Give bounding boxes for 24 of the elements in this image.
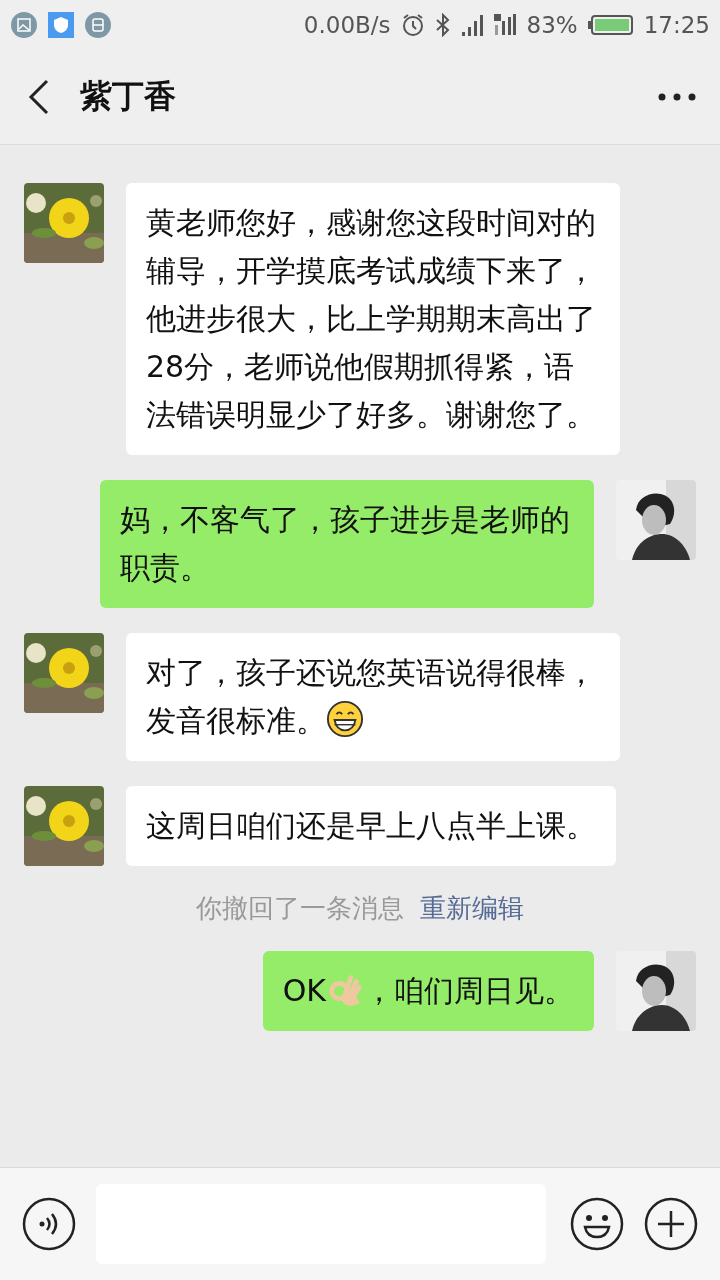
clock-time: 17:25: [643, 12, 710, 38]
recall-notice: 你撤回了一条消息: [196, 892, 404, 925]
image-icon: [10, 11, 38, 39]
back-icon[interactable]: [28, 79, 50, 115]
grinning-face-icon: [326, 700, 364, 738]
chat-title: 紫丁香: [80, 76, 177, 117]
bluetooth-icon: [434, 13, 451, 37]
alarm-icon: [400, 13, 425, 37]
re-edit-link[interactable]: 重新编辑: [420, 891, 524, 926]
emoji-icon[interactable]: [570, 1197, 624, 1251]
shield-icon: [48, 12, 74, 38]
incoming-message[interactable]: 对了，孩子还说您英语说得很棒，发音很标准。: [126, 633, 620, 761]
incoming-message[interactable]: 黄老师您好，感谢您这段时间对的辅导，开学摸底考试成绩下来了，他进步很大，比上学期期末高出了28分，老师说他假期抓得紧，语法错误明显少了好多。谢谢您了。: [126, 183, 620, 455]
incoming-message[interactable]: 这周日咱们还是早上八点半上课。: [126, 786, 616, 866]
outgoing-message[interactable]: 妈，不客气了，孩子进步是老师的职责。: [100, 480, 594, 608]
outgoing-message[interactable]: OK ，咱们周日见。: [262, 951, 594, 1031]
more-icon[interactable]: [658, 93, 696, 101]
battery-percent: 83%: [526, 12, 578, 38]
battery-icon: [587, 14, 634, 36]
signal-icon: [460, 14, 483, 36]
plus-icon[interactable]: [644, 1197, 698, 1251]
signal-4g-icon: [492, 13, 517, 37]
network-speed: 0.00B/s: [303, 12, 391, 38]
voice-icon[interactable]: [22, 1197, 76, 1251]
